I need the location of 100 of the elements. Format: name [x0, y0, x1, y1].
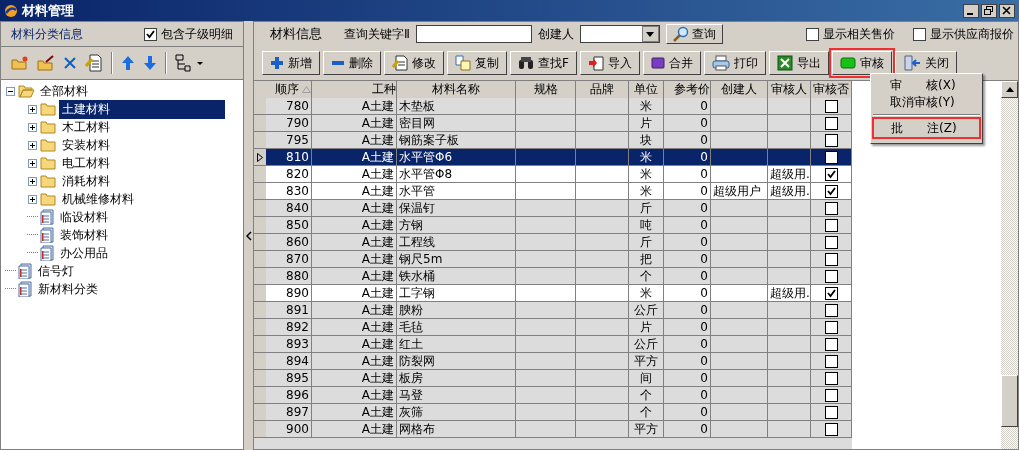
expand-toggle[interactable] [27, 122, 38, 132]
up-arrow-icon [1005, 87, 1014, 92]
toolbar-button[interactable]: 修改 [384, 51, 444, 75]
table-cell: 防裂网 [397, 353, 516, 370]
table-cell [576, 217, 629, 234]
collapse-handle[interactable] [245, 230, 252, 241]
audited-checkbox[interactable] [824, 303, 838, 317]
minimize-button[interactable] [963, 3, 979, 18]
expand-toggle[interactable] [27, 194, 38, 204]
toolbar-button[interactable]: 查找F [510, 51, 577, 75]
toolbar-button[interactable]: 合并 [642, 51, 701, 75]
audited-checkbox[interactable] [824, 252, 838, 266]
tree-item[interactable]: 信号灯 [35, 261, 77, 281]
close-button[interactable] [999, 3, 1015, 18]
audited-checkbox[interactable] [824, 337, 838, 351]
tree-item[interactable]: 消耗材料 [59, 171, 113, 191]
audited-checkbox[interactable] [824, 286, 838, 300]
scroll-thumb[interactable] [1001, 375, 1018, 427]
tree-item[interactable]: 电工材料 [59, 153, 113, 173]
table-cell [576, 285, 629, 302]
tree-item[interactable]: 木工材料 [59, 117, 113, 137]
table-cell: 0 [664, 98, 711, 115]
expand-toggle[interactable] [27, 104, 38, 114]
audited-checkbox[interactable] [824, 167, 838, 181]
expand-toggle[interactable] [27, 176, 38, 186]
menu-item[interactable]: 取消审核(Y) [873, 94, 980, 111]
arrow-up-icon[interactable] [121, 55, 135, 71]
include-children-checkbox[interactable]: 包含子级明细 [144, 25, 233, 43]
column-header[interactable]: 品牌 [576, 81, 629, 98]
tree-item[interactable]: 安装材料 [59, 135, 113, 155]
restore-button[interactable] [981, 3, 997, 18]
table-cell: A土建 [312, 370, 397, 387]
table-cell: 0 [664, 217, 711, 234]
vertical-scrollbar[interactable] [1001, 81, 1018, 449]
toolbar-button[interactable]: 审核 [831, 51, 892, 75]
row-header[interactable] [254, 149, 266, 166]
toolbar-button[interactable]: 导出 [768, 51, 829, 75]
table-cell [711, 217, 768, 234]
menu-item[interactable]: 审 核(X) [873, 77, 980, 94]
edit-document-icon[interactable] [85, 54, 103, 72]
tree-layout-icon[interactable] [175, 54, 205, 72]
menu-item[interactable]: 批 注(Z) [874, 119, 979, 137]
tree-item[interactable]: 土建材料 [59, 99, 225, 119]
delete-icon[interactable] [63, 56, 77, 70]
audited-checkbox[interactable] [824, 184, 838, 198]
table-cell: 钢尺5m [397, 251, 516, 268]
column-header[interactable]: 顺序 [266, 81, 312, 98]
audited-checkbox[interactable] [824, 99, 838, 113]
audited-checkbox[interactable] [824, 218, 838, 232]
scroll-up-button[interactable] [1001, 81, 1018, 98]
search-button[interactable]: 查询 [665, 24, 723, 44]
creator-dropdown[interactable] [579, 25, 660, 43]
table-cell: 0 [664, 302, 711, 319]
tree-item[interactable]: 临设材料 [57, 207, 111, 227]
audited-checkbox[interactable] [824, 371, 838, 385]
toolbar-button[interactable]: 删除 [323, 51, 381, 75]
toolbar-button[interactable]: 新增 [262, 51, 320, 75]
column-header[interactable]: 审核否 [811, 81, 852, 98]
arrow-down-icon[interactable] [143, 55, 157, 71]
audited-checkbox[interactable] [824, 388, 838, 402]
audited-checkbox[interactable] [824, 422, 838, 436]
table-cell: 896 [266, 387, 312, 404]
toolbar-button[interactable]: 打印 [703, 51, 766, 75]
audited-checkbox[interactable] [824, 269, 838, 283]
column-header[interactable]: 材料名称 [397, 81, 516, 98]
audited-checkbox[interactable] [824, 150, 838, 164]
tree-item[interactable]: 全部材料 [37, 81, 91, 101]
audited-checkbox[interactable] [824, 116, 838, 130]
tree-item[interactable]: 办公用品 [57, 243, 111, 263]
column-header[interactable]: 审核人 [768, 81, 811, 98]
audited-checkbox[interactable] [824, 235, 838, 249]
new-folder-icon[interactable] [11, 55, 29, 71]
expand-toggle[interactable] [27, 140, 38, 150]
tree-item[interactable]: 新材料分类 [35, 279, 101, 299]
expand-toggle[interactable] [5, 86, 16, 96]
edit-folder-icon[interactable] [37, 55, 55, 71]
audited-checkbox[interactable] [824, 354, 838, 368]
toolbar-button[interactable]: 导入 [579, 51, 640, 75]
column-header[interactable]: 规格 [516, 81, 576, 98]
table-cell: 0 [664, 115, 711, 132]
column-header[interactable]: 创建人 [711, 81, 768, 98]
table-cell: A土建 [312, 302, 397, 319]
column-header[interactable]: 参考价 [664, 81, 711, 98]
check-icon [146, 29, 155, 39]
tree-item[interactable]: 机械维修材料 [59, 189, 137, 209]
option-checkbox[interactable]: 显示相关售价 [806, 25, 895, 43]
table-cell [516, 98, 576, 115]
keyword-field[interactable] [415, 25, 532, 43]
expand-toggle[interactable] [27, 158, 38, 168]
column-header[interactable]: 工种 [312, 81, 397, 98]
toolbar-button[interactable]: 复制 [447, 51, 507, 75]
audited-checkbox[interactable] [824, 201, 838, 215]
audited-checkbox[interactable] [824, 133, 838, 147]
option-checkbox[interactable]: 显示供应商报价 [913, 25, 1014, 43]
table-cell: 红土 [397, 336, 516, 353]
column-header[interactable]: 单位 [629, 81, 664, 98]
audited-checkbox[interactable] [824, 405, 838, 419]
table-cell [711, 387, 768, 404]
audited-checkbox[interactable] [824, 320, 838, 334]
tree-item[interactable]: 装饰材料 [57, 225, 111, 245]
